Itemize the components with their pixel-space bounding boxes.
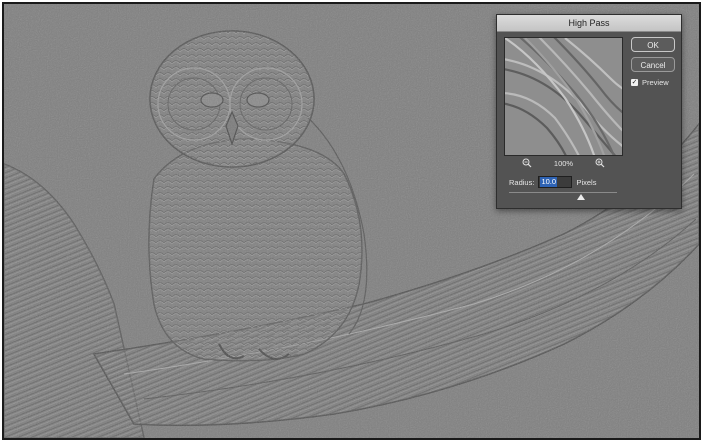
radius-value: 10.0 [540,177,558,187]
zoom-out-icon[interactable] [522,158,532,168]
preview-checkbox[interactable]: ✓ [631,79,638,86]
zoom-in-icon[interactable] [595,158,605,168]
preview-label: Preview [642,78,669,87]
dialog-title[interactable]: High Pass [497,15,681,32]
radius-row: Radius: 10.0 Pixels [509,176,596,188]
filter-preview[interactable] [504,37,623,156]
feather-preview-image [505,38,622,155]
ok-button[interactable]: OK [631,37,675,52]
radius-input[interactable]: 10.0 [538,176,573,188]
zoom-level: 100% [553,158,574,168]
high-pass-dialog: High Pass OK Cancel ✓ Preview 100% Radiu… [496,14,682,209]
zoom-controls: 100% [504,158,623,168]
preview-checkbox-row[interactable]: ✓ Preview [631,78,669,87]
radius-slider-track[interactable] [509,192,617,193]
radius-label: Radius: [509,177,535,187]
document-canvas[interactable]: High Pass OK Cancel ✓ Preview 100% Radiu… [2,2,701,440]
cancel-button[interactable]: Cancel [631,57,675,72]
radius-unit: Pixels [576,177,597,187]
radius-slider-thumb[interactable] [576,194,585,200]
